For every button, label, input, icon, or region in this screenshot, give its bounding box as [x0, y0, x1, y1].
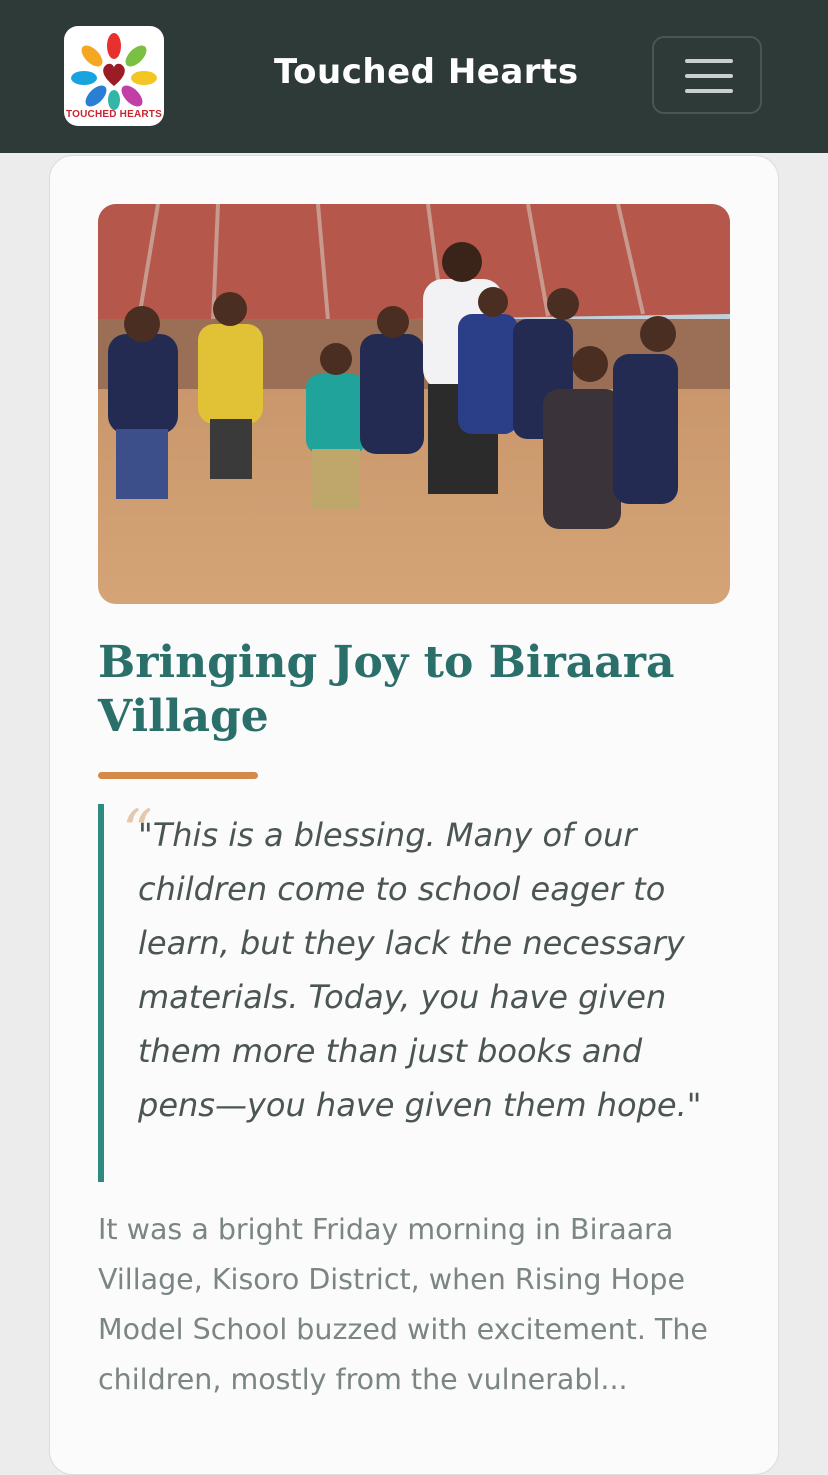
quote-text: "This is a blessing. Many of our childre… [138, 816, 702, 1124]
navbar: TOUCHED HEARTS Touched Hearts [0, 0, 828, 153]
blockquote: “ "This is a blessing. Many of our child… [98, 802, 718, 1182]
hamburger-icon [685, 59, 733, 63]
title-underline [98, 772, 258, 779]
site-title[interactable]: Touched Hearts [274, 52, 579, 92]
article-excerpt: It was a bright Friday morning in Biraar… [98, 1213, 708, 1396]
article-title: Bringing Joy to Biraara Village [98, 637, 675, 742]
menu-toggle-button[interactable] [652, 36, 762, 114]
article-photo [98, 204, 730, 604]
logo-text: TOUCHED HEARTS [66, 109, 162, 120]
hamburger-icon [685, 89, 733, 93]
hamburger-icon [685, 74, 733, 78]
brand-logo[interactable]: TOUCHED HEARTS [64, 26, 164, 126]
